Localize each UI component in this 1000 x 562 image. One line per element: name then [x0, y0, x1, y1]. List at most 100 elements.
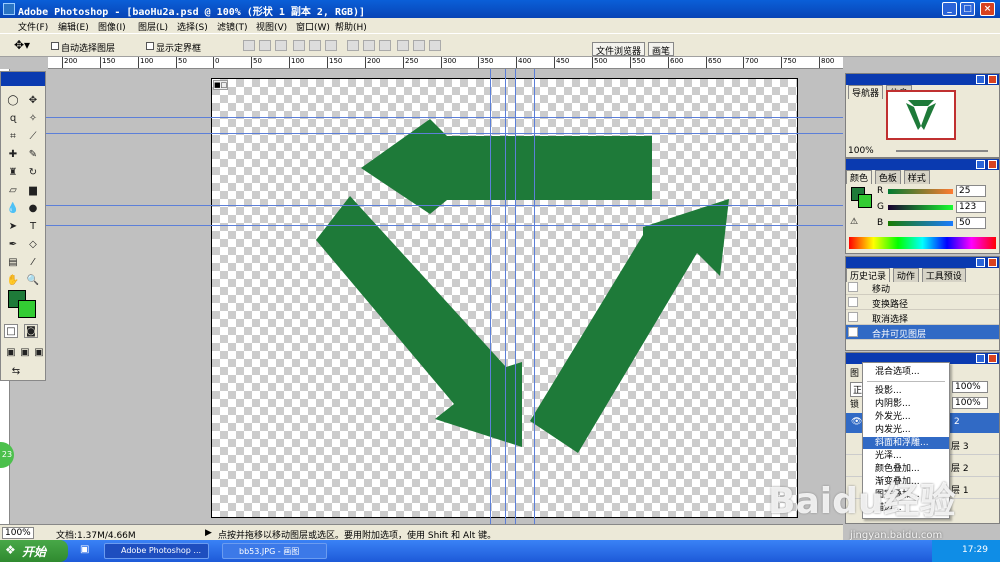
magic-wand-tool-icon[interactable]: ✧: [26, 112, 40, 126]
move-tool-icon[interactable]: ✥: [26, 94, 40, 108]
notes-tool-icon[interactable]: ▤: [6, 256, 20, 270]
history-snapshot-box[interactable]: [848, 297, 858, 307]
g-slider[interactable]: [888, 205, 953, 210]
fill-input[interactable]: 100%: [952, 397, 988, 409]
quickmask-mode-icon[interactable]: ◙: [24, 324, 38, 338]
align-right-icon[interactable]: [325, 40, 337, 51]
taskbar-photoshop[interactable]: Adobe Photoshop ...: [104, 543, 209, 559]
jump-to-imageready-icon[interactable]: ⇆: [9, 365, 23, 379]
panel-close-button[interactable]: [988, 354, 997, 363]
panel-close-button[interactable]: [988, 160, 997, 169]
menu-help[interactable]: 帮助(H): [335, 20, 367, 33]
opacity-input[interactable]: 100%: [952, 381, 988, 393]
menu-item-outer-glow[interactable]: 外发光...: [863, 411, 949, 423]
dodge-tool-icon[interactable]: ●: [26, 202, 40, 216]
marquee-tool-icon[interactable]: ◯: [6, 94, 20, 108]
distribute-hcenter-icon[interactable]: [413, 40, 425, 51]
tab-styles[interactable]: 样式: [903, 170, 930, 184]
tab-layers[interactable]: 图: [850, 366, 859, 379]
menu-item-blending-options[interactable]: 混合选项...: [863, 366, 949, 378]
distribute-top-icon[interactable]: [347, 40, 359, 51]
menu-layer[interactable]: 图层(L): [138, 20, 168, 33]
panel-minimize-button[interactable]: [976, 354, 985, 363]
close-button[interactable]: ×: [980, 2, 995, 16]
crop-tool-icon[interactable]: ⌗: [6, 130, 20, 144]
tab-navigator[interactable]: 导航器: [848, 85, 884, 99]
taskbar-paint[interactable]: bb53.JPG - 画图: [222, 543, 327, 559]
menu-window[interactable]: 窗口(W): [296, 20, 330, 33]
minimize-button[interactable]: _: [942, 2, 957, 16]
navigator-thumbnail[interactable]: [886, 90, 956, 140]
tab-brushes[interactable]: 画笔: [648, 42, 675, 57]
hand-tool-icon[interactable]: ✋: [6, 274, 20, 288]
r-slider[interactable]: [888, 189, 953, 194]
align-top-icon[interactable]: [243, 40, 255, 51]
screen-mode-full-menu-icon[interactable]: ▣: [18, 346, 32, 360]
type-tool-icon[interactable]: T: [26, 220, 40, 234]
color-bg-swatch[interactable]: [858, 194, 872, 208]
clock[interactable]: 17:29: [962, 545, 988, 555]
history-snapshot-box[interactable]: [848, 327, 858, 337]
navigator-zoom-slider[interactable]: [896, 150, 988, 152]
history-item[interactable]: 移动: [846, 280, 999, 295]
r-input[interactable]: 25: [956, 185, 986, 197]
history-item-selected[interactable]: 合并可见图层: [846, 325, 999, 340]
brush-tool-icon[interactable]: ✎: [26, 148, 40, 162]
align-left-icon[interactable]: [293, 40, 305, 51]
b-slider[interactable]: [888, 221, 953, 226]
move-tool-icon[interactable]: ✥▾: [14, 38, 30, 52]
distribute-bottom-icon[interactable]: [379, 40, 391, 51]
zoom-tool-icon[interactable]: 🔍: [26, 274, 40, 288]
gradient-tool-icon[interactable]: ▆: [26, 184, 40, 198]
panel-minimize-button[interactable]: [976, 160, 985, 169]
show-bounds-checkbox[interactable]: [146, 42, 154, 50]
auto-select-checkbox[interactable]: [51, 42, 59, 50]
menu-select[interactable]: 选择(S): [177, 20, 208, 33]
eyedropper-tool-icon[interactable]: ⁄: [26, 256, 40, 270]
standard-mode-icon[interactable]: □: [4, 324, 18, 338]
menu-item-satin[interactable]: 光泽...: [863, 450, 949, 462]
healing-brush-tool-icon[interactable]: ✚: [6, 148, 20, 162]
history-brush-tool-icon[interactable]: ↻: [26, 166, 40, 180]
b-input[interactable]: 50: [956, 217, 986, 229]
navigator-zoom[interactable]: 100%: [848, 146, 874, 156]
menu-view[interactable]: 视图(V): [256, 20, 287, 33]
blur-tool-icon[interactable]: 💧: [6, 202, 20, 216]
distribute-vcenter-icon[interactable]: [363, 40, 375, 51]
status-arrow-icon[interactable]: ▶: [205, 528, 212, 538]
eraser-tool-icon[interactable]: ▱: [6, 184, 20, 198]
tab-color[interactable]: 颜色: [846, 170, 873, 184]
menu-item-drop-shadow[interactable]: 投影...: [863, 385, 949, 397]
history-item[interactable]: 变换路径: [846, 295, 999, 310]
menu-image[interactable]: 图像(I): [98, 20, 126, 33]
align-vcenter-icon[interactable]: [259, 40, 271, 51]
menu-item-inner-glow[interactable]: 内发光...: [863, 424, 949, 436]
tab-swatches[interactable]: 色板: [874, 170, 901, 184]
shape-tool-icon[interactable]: ◇: [26, 238, 40, 252]
screen-mode-standard-icon[interactable]: ▣: [4, 346, 18, 360]
menu-filter[interactable]: 滤镜(T): [217, 20, 248, 33]
slice-tool-icon[interactable]: ⟋: [26, 130, 40, 144]
panel-close-button[interactable]: [988, 258, 997, 267]
panel-close-button[interactable]: [988, 75, 997, 84]
eye-icon[interactable]: 👁: [851, 417, 862, 427]
maximize-button[interactable]: □: [960, 2, 975, 16]
menu-file[interactable]: 文件(F): [18, 20, 48, 33]
gamut-warning-icon[interactable]: ⚠: [850, 217, 858, 227]
zoom-input[interactable]: 100%: [2, 527, 34, 539]
distribute-left-icon[interactable]: [397, 40, 409, 51]
show-desktop-icon[interactable]: ▣: [80, 544, 89, 555]
background-color-swatch[interactable]: [18, 300, 36, 318]
history-item[interactable]: 取消选择: [846, 310, 999, 325]
align-bottom-icon[interactable]: [275, 40, 287, 51]
menu-item-bevel-emboss[interactable]: 斜面和浮雕...: [863, 437, 949, 449]
lasso-tool-icon[interactable]: ɋ: [6, 112, 20, 126]
tab-file-browser[interactable]: 文件浏览器: [592, 42, 646, 57]
history-snapshot-box[interactable]: [848, 282, 858, 292]
align-hcenter-icon[interactable]: [309, 40, 321, 51]
g-input[interactable]: 123: [956, 201, 986, 213]
panel-minimize-button[interactable]: [976, 75, 985, 84]
distribute-right-icon[interactable]: [429, 40, 441, 51]
color-ramp[interactable]: [849, 237, 996, 249]
menu-item-inner-shadow[interactable]: 内阴影...: [863, 398, 949, 410]
